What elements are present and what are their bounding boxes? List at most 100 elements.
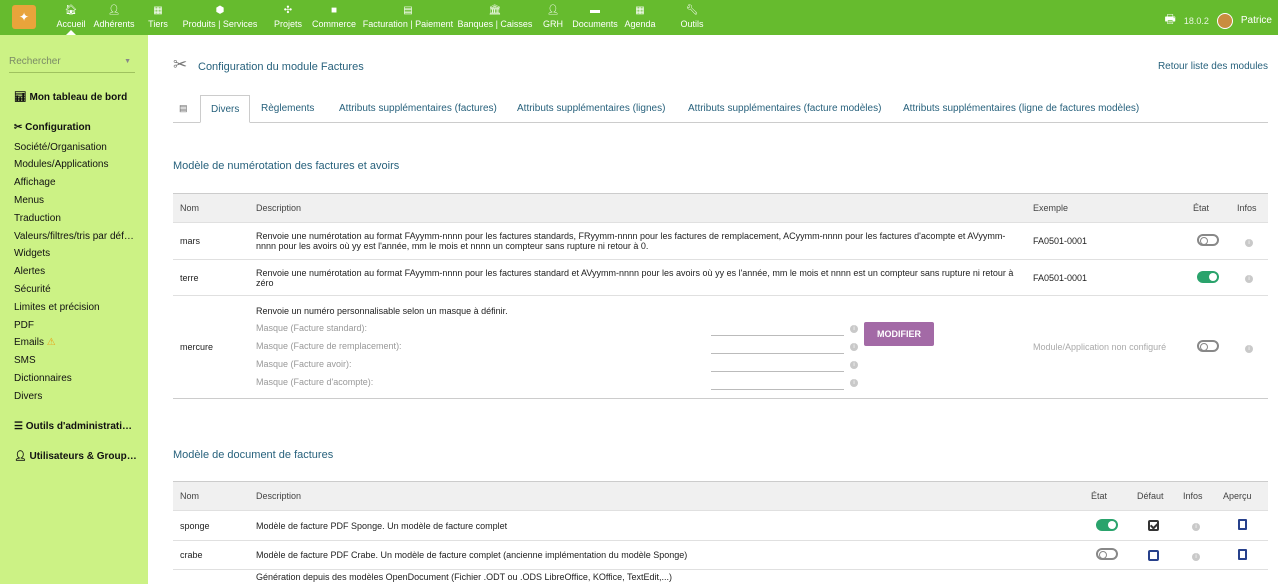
- row-example: FA0501-0001: [1026, 259, 1186, 296]
- sidebar-configuration[interactable]: ✂ Configuration: [14, 122, 91, 133]
- menu-accueil[interactable]: 🏠︎ Accueil: [57, 0, 86, 35]
- tab-reglements[interactable]: Règlements: [251, 95, 324, 123]
- sidebar-item-menus[interactable]: Menus: [14, 195, 44, 206]
- sidebar-item-widgets[interactable]: Widgets: [14, 248, 50, 259]
- hr-icon: 👤︎: [546, 5, 560, 16]
- info-icon[interactable]: i: [850, 361, 858, 369]
- sidebar-search[interactable]: Rechercher ▼: [9, 56, 135, 73]
- sidebar-item-sms[interactable]: SMS: [14, 355, 36, 366]
- module-icon: ▤: [179, 103, 188, 113]
- col-description: Description: [249, 481, 1084, 511]
- warning-icon: ⚠: [46, 337, 56, 348]
- menu-produits-services[interactable]: ⬢ Produits | Services: [174, 0, 266, 35]
- building-icon: ▦: [153, 5, 163, 16]
- mask-remplacement-input[interactable]: [711, 340, 844, 354]
- briefcase-icon: ■: [330, 5, 338, 16]
- tab-attr-facture-modeles[interactable]: Attributs supplémentaires (facture modèl…: [678, 95, 891, 123]
- sidebar-item-traduction[interactable]: Traduction: [14, 213, 61, 224]
- mask-label: Masque (Facture d'acompte):: [256, 377, 374, 387]
- mask-avoir-input[interactable]: [711, 358, 844, 372]
- cube-icon: ⬢: [215, 5, 225, 16]
- menu-documents[interactable]: ▬ Documents: [570, 0, 620, 35]
- table-row: Génération depuis des modèles OpenDocume…: [173, 569, 1268, 584]
- preview-icon[interactable]: [1237, 519, 1247, 530]
- col-infos: Infos: [1176, 481, 1216, 511]
- table-row: mercure Renvoie un numéro personnalisabl…: [173, 295, 1268, 399]
- info-icon[interactable]: i: [1245, 344, 1253, 353]
- info-icon[interactable]: i: [850, 343, 858, 351]
- menu-commerce[interactable]: ■ Commerce: [310, 0, 358, 35]
- info-icon[interactable]: i: [850, 325, 858, 333]
- tab-attr-lignes[interactable]: Attributs supplémentaires (lignes): [507, 95, 675, 123]
- sidebar: Rechercher ▼ 📊︎ Mon tableau de bord ✂ Co…: [0, 35, 148, 584]
- toggle-on-icon[interactable]: [1096, 518, 1118, 531]
- menu-adherents[interactable]: 👤︎ Adhérents: [92, 0, 136, 35]
- sidebar-item-divers[interactable]: Divers: [14, 391, 42, 402]
- numbering-table: Nom Description Exemple État Infos mars …: [173, 193, 1268, 399]
- sidebar-users-groups[interactable]: 👤︎ Utilisateurs & Group…: [14, 451, 137, 462]
- row-description: Renvoie un numéro personnalisable selon …: [256, 306, 508, 316]
- main-content: ✂ Configuration du module Factures Retou…: [148, 35, 1278, 584]
- default-checkbox[interactable]: [1147, 549, 1159, 561]
- menu-outils[interactable]: 🔧︎ Outils: [680, 0, 704, 35]
- table-row: terre Renvoie une numérotation au format…: [173, 259, 1268, 296]
- info-icon[interactable]: i: [1192, 523, 1200, 531]
- sidebar-item-valeurs[interactable]: Valeurs/filtres/tris par déf…: [14, 231, 134, 242]
- modifier-button[interactable]: MODIFIER: [864, 322, 934, 346]
- table-row: sponge Modèle de facture PDF Sponge. Un …: [173, 510, 1268, 541]
- info-icon[interactable]: i: [1245, 238, 1253, 247]
- col-nom: Nom: [173, 481, 249, 511]
- sidebar-admin-tools[interactable]: ☰ Outils d'administrati…: [14, 421, 132, 432]
- table-row: mars Renvoie une numérotation au format …: [173, 222, 1268, 260]
- sidebar-item-alertes[interactable]: Alertes: [14, 266, 45, 277]
- col-exemple: Exemple: [1026, 193, 1186, 223]
- search-placeholder: Rechercher: [9, 56, 61, 67]
- printer-icon[interactable]: 🖶: [1165, 10, 1176, 31]
- menu-tiers[interactable]: ▦ Tiers: [146, 0, 170, 35]
- sidebar-item-emails[interactable]: Emails ⚠: [14, 337, 56, 348]
- sidebar-dashboard[interactable]: 📊︎ Mon tableau de bord: [14, 92, 127, 103]
- col-etat: État: [1186, 193, 1230, 223]
- menu-projets[interactable]: ✣ Projets: [270, 0, 306, 35]
- toggle-off-icon[interactable]: [1096, 548, 1118, 560]
- tab-divers[interactable]: Divers: [200, 95, 251, 123]
- toggle-on-icon[interactable]: [1197, 270, 1219, 283]
- home-icon: 🏠︎: [64, 5, 78, 16]
- mask-acompte-input[interactable]: [711, 376, 844, 390]
- app-logo[interactable]: ✦: [12, 5, 36, 29]
- sidebar-item-pdf[interactable]: PDF: [14, 320, 34, 331]
- back-to-modules-link[interactable]: Retour liste des modules: [1158, 61, 1268, 72]
- menu-facturation-paiement[interactable]: ▤ Facturation | Paiement: [360, 0, 456, 35]
- calendar-icon: ▦: [635, 5, 645, 16]
- menu-banques-caisses[interactable]: 🏛︎ Banques | Caisses: [456, 0, 534, 35]
- row-description: Modèle de facture PDF Sponge. Un modèle …: [249, 510, 1084, 541]
- info-icon[interactable]: i: [1245, 275, 1253, 283]
- tab-attr-ligne-factures-modeles[interactable]: Attributs supplémentaires (ligne de fact…: [893, 95, 1149, 123]
- sidebar-item-modules[interactable]: Modules/Applications: [14, 159, 109, 170]
- default-checkbox[interactable]: [1147, 520, 1159, 532]
- tab-attr-factures[interactable]: Attributs supplémentaires (factures): [329, 95, 507, 123]
- chevron-down-icon: ▼: [124, 58, 131, 65]
- sidebar-item-dictionnaires[interactable]: Dictionnaires: [14, 373, 72, 384]
- menu-agenda[interactable]: ▦ Agenda: [622, 0, 658, 35]
- user-name[interactable]: Patrice: [1241, 15, 1272, 26]
- sidebar-item-societe[interactable]: Société/Organisation: [14, 142, 107, 153]
- invoice-icon: ▤: [403, 5, 413, 16]
- mask-standard-input[interactable]: [711, 322, 844, 336]
- sidebar-item-securite[interactable]: Sécurité: [14, 284, 51, 295]
- table-row: crabe Modèle de facture PDF Crabe. Un mo…: [173, 540, 1268, 570]
- menu-grh[interactable]: 👤︎ GRH: [541, 0, 565, 35]
- toggle-off-icon[interactable]: [1197, 234, 1219, 246]
- col-description: Description: [249, 193, 1026, 223]
- page-title: Configuration du module Factures: [198, 61, 364, 73]
- preview-icon[interactable]: [1237, 548, 1247, 560]
- info-icon[interactable]: i: [1192, 552, 1200, 561]
- row-name: mars: [173, 222, 249, 260]
- info-icon[interactable]: i: [850, 379, 858, 387]
- row-example: Module/Application non configuré: [1026, 295, 1186, 399]
- sidebar-item-limites[interactable]: Limites et précision: [14, 302, 100, 313]
- avatar[interactable]: [1216, 12, 1233, 29]
- sidebar-item-affichage[interactable]: Affichage: [14, 177, 56, 188]
- toggle-off-icon[interactable]: [1197, 340, 1219, 352]
- row-description: Génération depuis des modèles OpenDocume…: [249, 569, 1084, 584]
